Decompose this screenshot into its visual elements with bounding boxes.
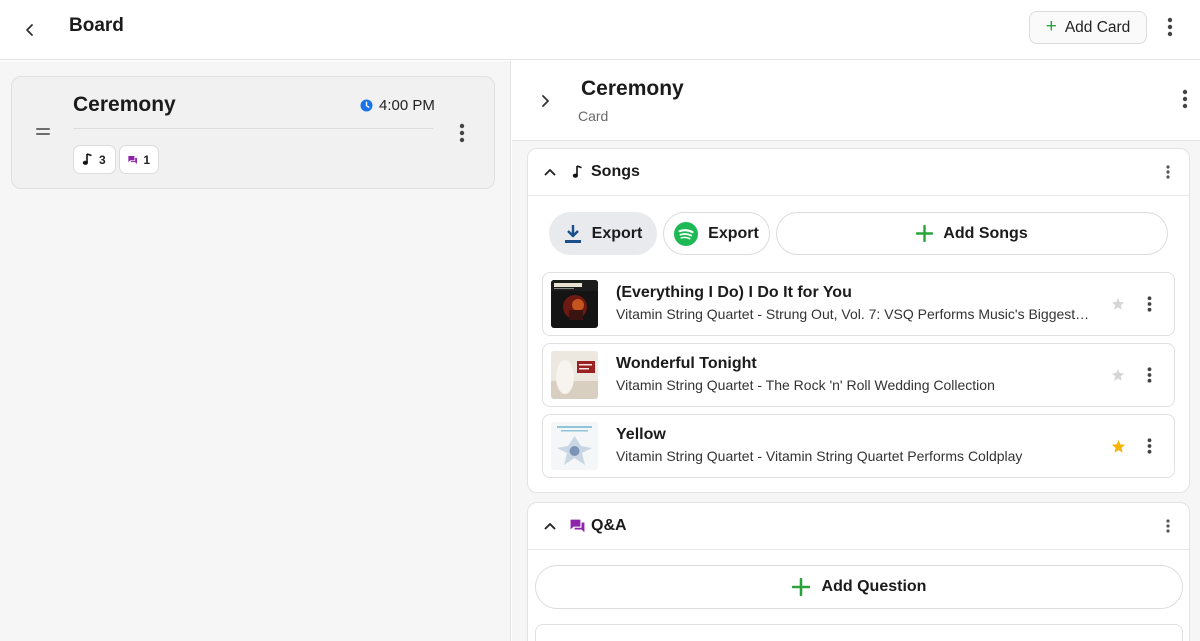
- kebab-icon: [1147, 367, 1151, 383]
- song-title: Yellow: [616, 426, 666, 443]
- export-download-button[interactable]: Export: [549, 212, 657, 255]
- songs-count: 3: [99, 152, 106, 167]
- add-question-button[interactable]: Add Question: [535, 565, 1183, 609]
- detail-options-button[interactable]: [1176, 87, 1194, 111]
- chevron-left-icon: [26, 24, 33, 36]
- songs-options-button[interactable]: [1160, 161, 1176, 183]
- board-list-panel: Ceremony 4:00 PM 3 1: [0, 61, 511, 641]
- songs-section: Songs Export Export Add Songs (Everythin…: [527, 148, 1190, 493]
- song-title: Wonderful Tonight: [616, 355, 757, 372]
- song-row[interactable]: (Everything I Do) I Do It for You Vitami…: [542, 272, 1175, 336]
- kebab-icon: [459, 123, 465, 143]
- back-button[interactable]: [14, 14, 46, 46]
- top-bar: Board + Add Card: [0, 0, 1200, 60]
- chevron-up-icon: [544, 523, 556, 530]
- question-item[interactable]: [535, 624, 1183, 641]
- kebab-icon: [1166, 165, 1170, 179]
- kebab-icon: [1182, 89, 1188, 109]
- song-options-button[interactable]: [1141, 363, 1157, 387]
- star-icon[interactable]: [1109, 295, 1127, 313]
- album-art: [551, 422, 598, 470]
- collapse-panel-button[interactable]: [534, 89, 556, 113]
- card-detail-body: Songs Export Export Add Songs (Everythin…: [512, 141, 1200, 641]
- album-art: [551, 351, 598, 399]
- page-title: Board: [69, 15, 124, 36]
- add-card-button[interactable]: + Add Card: [1029, 11, 1147, 44]
- download-icon: [564, 224, 581, 243]
- songs-section-title: Songs: [591, 163, 640, 180]
- song-row[interactable]: Wonderful Tonight Vitamin String Quartet…: [542, 343, 1175, 407]
- spotify-icon: [674, 221, 699, 246]
- qa-count: 1: [143, 152, 150, 167]
- song-subtitle: Vitamin String Quartet - Vitamin String …: [616, 448, 1023, 464]
- songs-count-chip[interactable]: 3: [73, 145, 116, 174]
- card-title: Ceremony: [73, 93, 176, 116]
- kebab-icon: [1147, 296, 1151, 312]
- plus-icon: +: [1045, 16, 1057, 37]
- song-row[interactable]: Yellow Vitamin String Quartet - Vitamin …: [542, 414, 1175, 478]
- chevron-right-icon: [542, 95, 549, 107]
- collapse-songs-button[interactable]: [541, 163, 559, 181]
- kebab-icon: [1167, 17, 1173, 37]
- spotify-export-label: Export: [708, 224, 759, 242]
- export-label: Export: [591, 224, 643, 242]
- divider: [73, 128, 433, 129]
- add-songs-button[interactable]: Add Songs: [776, 212, 1168, 255]
- chat-icon: [128, 155, 137, 164]
- qa-options-button[interactable]: [1160, 515, 1176, 537]
- star-icon[interactable]: [1109, 366, 1127, 384]
- song-subtitle: Vitamin String Quartet - The Rock 'n' Ro…: [616, 377, 995, 393]
- song-subtitle: Vitamin String Quartet - Strung Out, Vol…: [616, 306, 1093, 322]
- plus-icon: [791, 578, 810, 596]
- songs-section-header: Songs: [528, 149, 1189, 196]
- drag-handle-icon[interactable]: [36, 128, 50, 136]
- kebab-icon: [1147, 438, 1151, 454]
- qa-count-chip[interactable]: 1: [119, 145, 159, 174]
- card-options-button[interactable]: [453, 121, 471, 145]
- export-spotify-button[interactable]: Export: [663, 212, 770, 255]
- card-time-label: 4:00 PM: [379, 97, 435, 114]
- card-detail-header: Ceremony Card: [512, 61, 1200, 141]
- chevron-up-icon: [544, 169, 556, 176]
- more-options-button[interactable]: [1158, 12, 1182, 42]
- collapse-qa-button[interactable]: [541, 517, 559, 535]
- star-icon[interactable]: [1109, 437, 1127, 455]
- board-card[interactable]: Ceremony 4:00 PM 3 1: [11, 76, 495, 189]
- music-note-icon: [569, 164, 585, 180]
- add-card-label: Add Card: [1064, 18, 1131, 36]
- song-title: (Everything I Do) I Do It for You: [616, 284, 852, 301]
- plus-icon: [916, 225, 934, 242]
- kebab-icon: [1166, 519, 1170, 533]
- detail-subtitle: Card: [578, 108, 609, 124]
- add-songs-label: Add Songs: [943, 224, 1028, 242]
- music-note-icon: [82, 153, 92, 165]
- detail-title: Ceremony: [581, 77, 684, 100]
- song-options-button[interactable]: [1141, 434, 1157, 458]
- card-time: 4:00 PM: [360, 97, 435, 114]
- album-art: [551, 280, 598, 328]
- qa-section-title: Q&A: [591, 517, 627, 534]
- qa-section: Q&A Add Question: [527, 502, 1190, 641]
- qa-section-header: Q&A: [528, 503, 1189, 550]
- chat-icon: [569, 518, 585, 534]
- clock-icon: [360, 99, 373, 112]
- song-options-button[interactable]: [1141, 292, 1157, 316]
- add-question-label: Add Question: [821, 578, 927, 595]
